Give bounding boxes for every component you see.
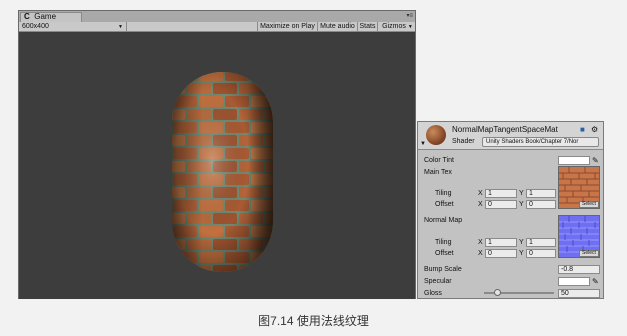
main-tex-thumbnail[interactable]: Select <box>558 166 600 209</box>
normal-map-select-button[interactable]: Select <box>579 250 599 257</box>
normal-map-offset-x[interactable]: 0 <box>485 249 517 258</box>
game-tab[interactable]: C Game <box>20 12 82 22</box>
gizmos-label: Gizmos <box>382 23 406 30</box>
dropdown-arrow-icon: ▼ <box>118 24 123 30</box>
axis-y-label: Y <box>519 239 524 246</box>
game-tab-title: Game <box>34 12 57 21</box>
help-icon[interactable]: ■ <box>580 126 585 134</box>
axis-x-label: X <box>478 201 483 208</box>
specular-color-field[interactable] <box>558 277 590 286</box>
specular-label: Specular <box>424 278 452 285</box>
foldout-arrow-icon[interactable]: ▼ <box>420 141 426 147</box>
normal-map-tiling-label: Tiling <box>435 239 452 246</box>
shader-value: Unity Shaders Book/Chapter 7/Nor <box>486 139 579 145</box>
main-tex-select-button[interactable]: Select <box>579 201 599 208</box>
brick <box>172 265 185 272</box>
main-tex-tiling-x[interactable]: 1 <box>485 189 517 198</box>
main-tex-label: Main Tex <box>424 169 452 176</box>
axis-x-label: X <box>478 250 483 257</box>
eyedropper-icon[interactable]: ✎ <box>592 156 599 165</box>
game-window: C Game ▾≡ 600x400 ▼ Maximize on Play Mut… <box>18 10 416 299</box>
gloss-label: Gloss <box>424 290 442 297</box>
game-toolbar: 600x400 ▼ Maximize on Play Mute audio St… <box>19 22 415 32</box>
main-tex-offset-x[interactable]: 0 <box>485 200 517 209</box>
axis-y-label: Y <box>519 250 524 257</box>
window-menu-icon[interactable]: ▾≡ <box>406 12 413 19</box>
brick <box>265 265 273 272</box>
material-preview-icon <box>426 125 446 145</box>
gloss-field[interactable]: 50 <box>558 289 600 298</box>
main-tex-tiling-label: Tiling <box>435 190 452 197</box>
game-tab-bar: C Game ▾≡ <box>19 11 415 22</box>
eyedropper-icon[interactable]: ✎ <box>592 277 599 286</box>
normal-map-thumbnail[interactable]: Select <box>558 215 600 258</box>
shader-dropdown[interactable]: Unity Shaders Book/Chapter 7/Nor <box>482 137 599 147</box>
inspector-header: NormalMapTangentSpaceMat ■ ⚙ ▼ Shader Un… <box>418 122 603 150</box>
axis-y-label: Y <box>519 201 524 208</box>
axis-y-label: Y <box>519 190 524 197</box>
gloss-slider-thumb[interactable] <box>493 289 501 296</box>
figure-caption: 图7.14 使用法线纹理 <box>258 314 369 328</box>
bump-scale-field[interactable]: -0.8 <box>558 265 600 274</box>
main-tex-offset-y[interactable]: 0 <box>526 200 556 209</box>
normal-map-offset-y[interactable]: 0 <box>526 249 556 258</box>
mute-audio-button[interactable]: Mute audio <box>317 22 357 32</box>
stats-button[interactable]: Stats <box>357 22 377 32</box>
game-viewport[interactable] <box>19 33 415 299</box>
unity-logo-icon: C <box>24 12 30 21</box>
brick <box>265 83 273 94</box>
brick-capsule-render <box>172 72 273 272</box>
material-name: NormalMapTangentSpaceMat <box>452 125 558 134</box>
normal-map-tiling-x[interactable]: 1 <box>485 238 517 247</box>
color-tint-field[interactable] <box>558 156 590 165</box>
dropdown-arrow-icon: ▼ <box>407 24 413 30</box>
main-tex-tiling-y[interactable]: 1 <box>526 189 556 198</box>
brick <box>251 72 273 81</box>
material-inspector: NormalMapTangentSpaceMat ■ ⚙ ▼ Shader Un… <box>417 121 604 299</box>
gizmos-dropdown[interactable]: Gizmos ▼ <box>377 22 417 32</box>
color-tint-label: Color Tint <box>424 157 454 164</box>
axis-x-label: X <box>478 239 483 246</box>
bump-scale-label: Bump Scale <box>424 266 462 273</box>
shader-label: Shader <box>452 138 475 145</box>
resolution-dropdown[interactable]: 600x400 ▼ <box>19 22 127 32</box>
main-tex-offset-label: Offset <box>435 201 454 208</box>
normal-map-offset-label: Offset <box>435 250 454 257</box>
gear-icon[interactable]: ⚙ <box>591 126 598 134</box>
normal-map-tiling-y[interactable]: 1 <box>526 238 556 247</box>
axis-x-label: X <box>478 190 483 197</box>
normal-map-label: Normal Map <box>424 217 463 224</box>
maximize-on-play-button[interactable]: Maximize on Play <box>257 22 317 32</box>
brick-capsule <box>172 72 273 272</box>
gloss-slider[interactable] <box>484 289 554 296</box>
resolution-value: 600x400 <box>22 23 49 30</box>
